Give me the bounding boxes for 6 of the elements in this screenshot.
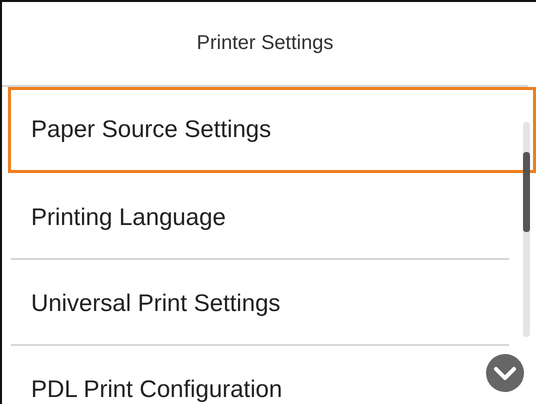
screen-title: Printer Settings (196, 32, 334, 55)
menu-item[interactable]: Printing Language (8, 173, 536, 259)
scroll-down-icon[interactable] (486, 354, 524, 392)
menu-item[interactable]: Paper Source Settings (8, 87, 536, 173)
menu-item[interactable]: Universal Print Settings (8, 259, 536, 345)
scrollbar-thumb[interactable] (523, 152, 530, 232)
